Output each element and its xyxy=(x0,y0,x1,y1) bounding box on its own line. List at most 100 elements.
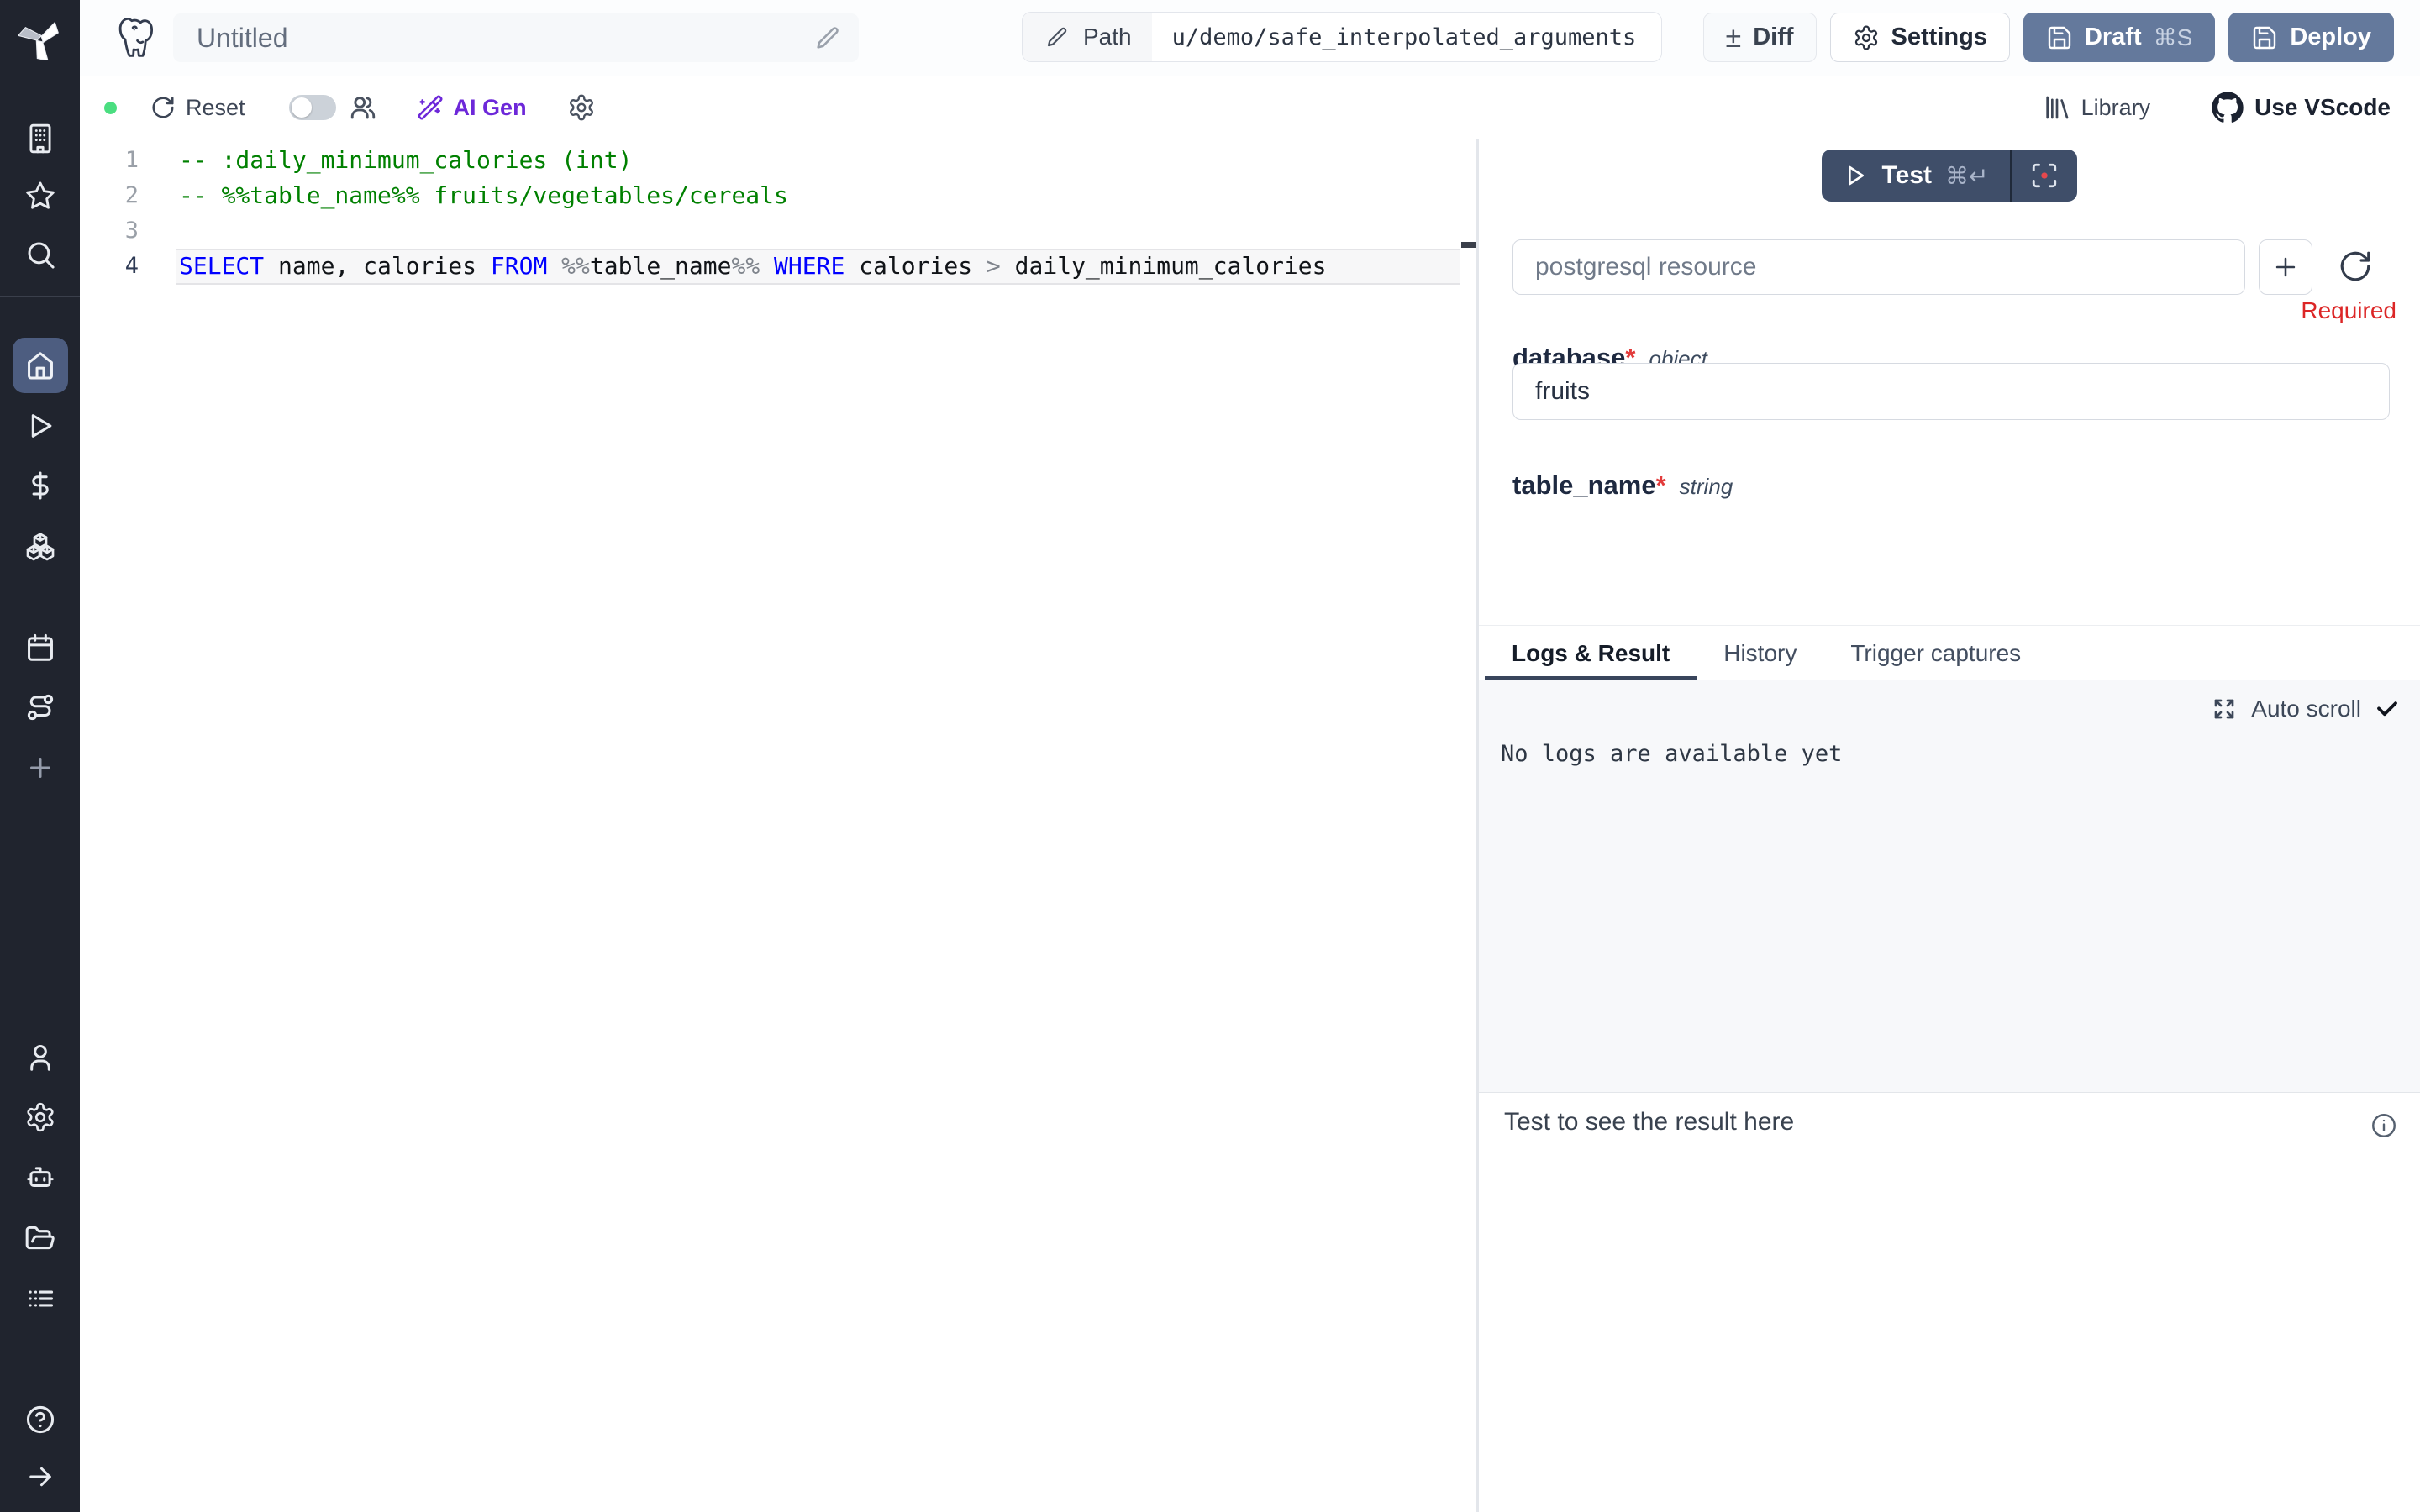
reset-refresh-icon xyxy=(150,95,176,120)
deploy-button-label: Deploy xyxy=(2290,24,2371,51)
script-title-input[interactable]: Untitled xyxy=(173,13,859,62)
path-label: Path xyxy=(1083,24,1132,50)
flows-route-icon[interactable] xyxy=(24,691,56,723)
tab-history-label: History xyxy=(1723,640,1797,667)
usage-dollar-icon[interactable] xyxy=(24,470,56,501)
table-name-field-label-row: table_name* string xyxy=(1512,470,1733,501)
edit-pencil-icon[interactable] xyxy=(813,24,842,52)
table-name-value: fruits xyxy=(1535,377,1590,406)
tab-trigger-captures[interactable]: Trigger captures xyxy=(1823,626,2048,680)
database-placeholder: postgresql resource xyxy=(1535,253,1756,281)
add-plus-icon[interactable] xyxy=(25,753,55,783)
table-name-input[interactable]: fruits xyxy=(1512,363,2390,420)
table-name-field-name: table_name xyxy=(1512,470,1656,500)
auto-scroll-label[interactable]: Auto scroll xyxy=(2251,696,2361,722)
path-box[interactable]: Path u/demo/safe_interpolated_arguments xyxy=(1022,12,1662,62)
collaborators-users-icon[interactable] xyxy=(348,92,378,123)
library-label: Library xyxy=(2081,95,2151,121)
search-icon[interactable] xyxy=(24,239,56,270)
path-label-section: Path xyxy=(1023,13,1152,61)
code-line[interactable]: SELECT name, calories FROM %%table_name%… xyxy=(179,249,1460,284)
expand-sidebar-arrow-icon[interactable] xyxy=(25,1462,55,1492)
code-line[interactable]: -- :daily_minimum_calories (int) xyxy=(179,143,1460,178)
logs-panel: Auto scroll No logs are available yet xyxy=(1479,680,2420,1092)
auto-scroll-check-icon[interactable] xyxy=(2375,696,2400,722)
magic-wand-icon xyxy=(417,94,444,121)
required-message: Required xyxy=(2301,297,2396,324)
status-dot xyxy=(104,102,117,114)
home-icon xyxy=(24,349,56,381)
library-button[interactable]: Library xyxy=(2043,93,2151,122)
tab-trigger-captures-label: Trigger captures xyxy=(1850,640,2021,667)
plus-icon xyxy=(2271,253,2300,281)
capture-icon xyxy=(2030,161,2059,190)
diff-button-label: Diff xyxy=(1753,24,1793,51)
expand-logs-icon[interactable] xyxy=(2211,696,2238,722)
tab-logs-result-label: Logs & Result xyxy=(1512,640,1670,667)
result-hint: Test to see the result here xyxy=(1504,1108,1794,1137)
table-name-required-star: * xyxy=(1656,470,1666,500)
toggle-knob xyxy=(292,97,312,118)
folders-icon[interactable] xyxy=(24,1222,56,1254)
favorites-star-icon[interactable] xyxy=(24,180,56,212)
tab-history[interactable]: History xyxy=(1697,626,1823,680)
deploy-button[interactable]: Deploy xyxy=(2228,13,2394,62)
schedules-calendar-icon[interactable] xyxy=(24,632,56,664)
test-button-label: Test xyxy=(1882,161,1932,190)
settings-button[interactable]: Settings xyxy=(1830,13,2010,62)
path-pencil-icon xyxy=(1044,24,1070,50)
ai-gen-button[interactable]: AI Gen xyxy=(417,94,527,121)
capture-test-button[interactable] xyxy=(2012,150,2077,202)
add-resource-button[interactable] xyxy=(2259,239,2312,295)
help-icon[interactable] xyxy=(24,1404,56,1436)
test-button-shortcut: ⌘↵ xyxy=(1945,162,1988,190)
settings-gear-icon[interactable] xyxy=(24,1101,56,1133)
path-value[interactable]: u/demo/safe_interpolated_arguments xyxy=(1152,13,1662,61)
tab-logs-result[interactable]: Logs & Result xyxy=(1485,626,1697,680)
windmill-logo-icon[interactable] xyxy=(18,17,62,60)
reset-label: Reset xyxy=(186,95,245,121)
diff-button[interactable]: ± Diff xyxy=(1703,13,1817,62)
code-line[interactable] xyxy=(179,213,1460,249)
ai-gen-label: AI Gen xyxy=(454,95,527,121)
draft-button[interactable]: Draft ⌘S xyxy=(2023,13,2215,62)
test-button[interactable]: Test ⌘↵ xyxy=(1822,150,2011,202)
sidebar-item-home[interactable] xyxy=(13,338,68,393)
line-number-gutter: 1234 xyxy=(80,143,171,284)
audit-logs-list-icon[interactable] xyxy=(24,1283,56,1315)
workers-robot-icon[interactable] xyxy=(24,1162,56,1194)
code-line[interactable]: -- %%table_name%% fruits/vegetables/cere… xyxy=(179,178,1460,213)
code-editor[interactable]: 1234 -- :daily_minimum_calories (int)-- … xyxy=(80,139,1476,1512)
draft-button-label: Draft xyxy=(2085,24,2142,51)
result-info-icon[interactable] xyxy=(2370,1111,2398,1140)
editor-settings-gear-icon[interactable] xyxy=(567,93,596,122)
editor-toolbar: Reset AI Gen Library Use VScode xyxy=(80,76,2420,139)
postgresql-icon xyxy=(116,14,160,61)
sidebar-divider xyxy=(0,296,80,297)
save-icon xyxy=(2046,24,2073,51)
github-icon xyxy=(2211,91,2244,124)
database-input[interactable]: postgresql resource xyxy=(1512,239,2245,295)
resources-cubes-icon[interactable] xyxy=(24,531,57,564)
left-sidebar xyxy=(0,0,80,1512)
workspace-building-icon[interactable] xyxy=(24,123,56,155)
line-number: 4 xyxy=(80,249,171,284)
script-title-value: Untitled xyxy=(197,23,813,54)
line-number: 3 xyxy=(80,213,171,249)
result-panel: Test to see the result here xyxy=(1479,1092,2420,1512)
collab-toggle[interactable] xyxy=(289,95,336,120)
refresh-resources-button[interactable] xyxy=(2338,249,2373,284)
line-number: 1 xyxy=(80,143,171,178)
account-user-icon[interactable] xyxy=(24,1042,56,1074)
line-number: 2 xyxy=(80,178,171,213)
code-area[interactable]: -- :daily_minimum_calories (int)-- %%tab… xyxy=(179,143,1460,284)
use-vscode-button[interactable]: Use VScode xyxy=(2211,91,2391,124)
test-button-group: Test ⌘↵ xyxy=(1822,150,2078,202)
refresh-icon xyxy=(2338,249,2373,284)
runs-play-icon[interactable] xyxy=(24,410,56,442)
draft-shortcut: ⌘S xyxy=(2154,24,2193,51)
library-icon xyxy=(2043,93,2071,122)
play-icon xyxy=(1842,162,1869,189)
reset-button[interactable]: Reset xyxy=(150,95,245,121)
save-icon xyxy=(2251,24,2278,51)
